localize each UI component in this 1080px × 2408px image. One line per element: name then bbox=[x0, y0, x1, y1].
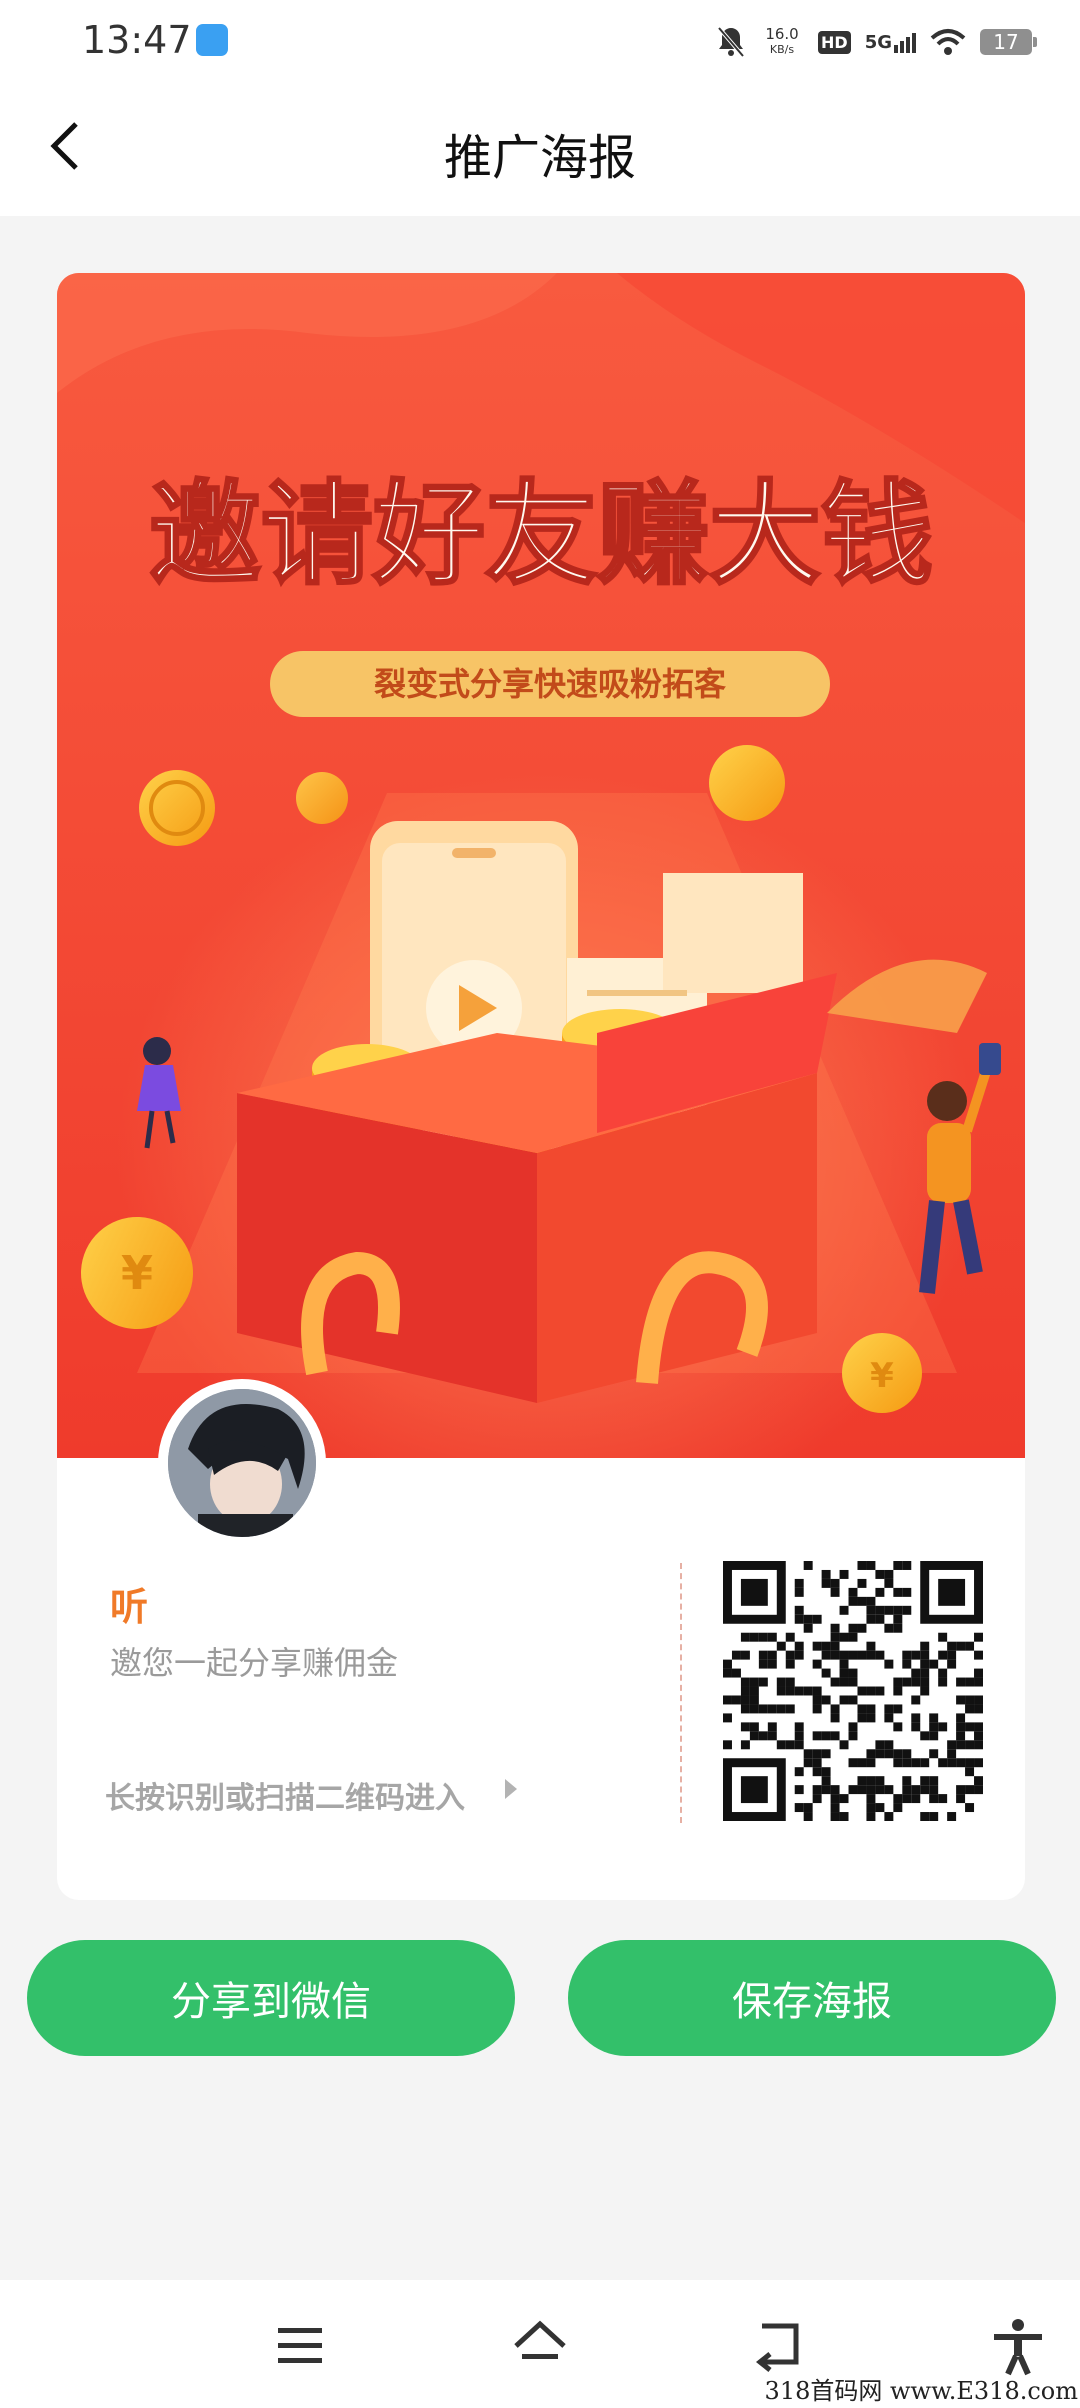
status-time: 13:47 bbox=[82, 18, 192, 62]
menu-icon[interactable] bbox=[270, 2316, 330, 2376]
poster-card[interactable]: 邀请好友赚大钱 裂变式分享快速吸粉拓客 ¥ ¥ 听 邀您一起分享赚佣金 长按识别… bbox=[57, 273, 1025, 1900]
poster-headline: 邀请好友赚大钱 bbox=[149, 470, 933, 600]
wifi-icon bbox=[930, 28, 966, 56]
chevron-right-icon bbox=[505, 1779, 517, 1799]
app-header: 推广海报 bbox=[0, 84, 1080, 216]
poster-tagline: 裂变式分享快速吸粉拓客 bbox=[374, 665, 726, 703]
avatar-image bbox=[168, 1389, 316, 1537]
network-speed-unit: KB/s bbox=[769, 43, 795, 56]
qr-code[interactable] bbox=[723, 1561, 983, 1821]
save-poster-button[interactable]: 保存海报 bbox=[568, 1940, 1056, 2056]
hd-badge: HD bbox=[818, 30, 851, 54]
accessibility-icon[interactable] bbox=[988, 2316, 1048, 2376]
poster-artwork: 邀请好友赚大钱 裂变式分享快速吸粉拓客 ¥ ¥ bbox=[57, 273, 1025, 1458]
svg-text:¥: ¥ bbox=[870, 1356, 894, 1396]
system-nav-bar: 318首码网 www.E318.com bbox=[0, 2280, 1080, 2408]
user-name: 听 bbox=[110, 1585, 149, 1629]
share-to-wechat-button[interactable]: 分享到微信 bbox=[27, 1940, 515, 2056]
network-type: 5G bbox=[864, 31, 892, 53]
mute-icon bbox=[716, 25, 746, 59]
home-icon[interactable] bbox=[510, 2316, 570, 2376]
svg-text:¥: ¥ bbox=[121, 1246, 153, 1300]
qr-hint: 长按识别或扫描二维码进入 bbox=[105, 1781, 465, 1816]
watermark-text: 318首码网 www.E318.com bbox=[764, 2377, 1078, 2405]
network-speed: 16.0 KB/s bbox=[760, 27, 804, 57]
status-bar: 13:47 16.0 KB/s HD 5G 17 bbox=[0, 0, 1080, 84]
avatar bbox=[158, 1379, 326, 1547]
status-icons: 16.0 KB/s HD 5G 17 bbox=[716, 20, 1037, 64]
dashed-divider bbox=[680, 1563, 682, 1823]
app-notification-icon bbox=[196, 24, 228, 56]
invite-text: 邀您一起分享赚佣金 bbox=[110, 1644, 399, 1682]
page-title: 推广海报 bbox=[443, 130, 636, 186]
back-icon[interactable] bbox=[748, 2316, 808, 2376]
network-speed-value: 16.0 bbox=[765, 25, 799, 43]
signal-icon: 5G bbox=[865, 31, 916, 53]
battery-indicator: 17 bbox=[980, 29, 1037, 55]
